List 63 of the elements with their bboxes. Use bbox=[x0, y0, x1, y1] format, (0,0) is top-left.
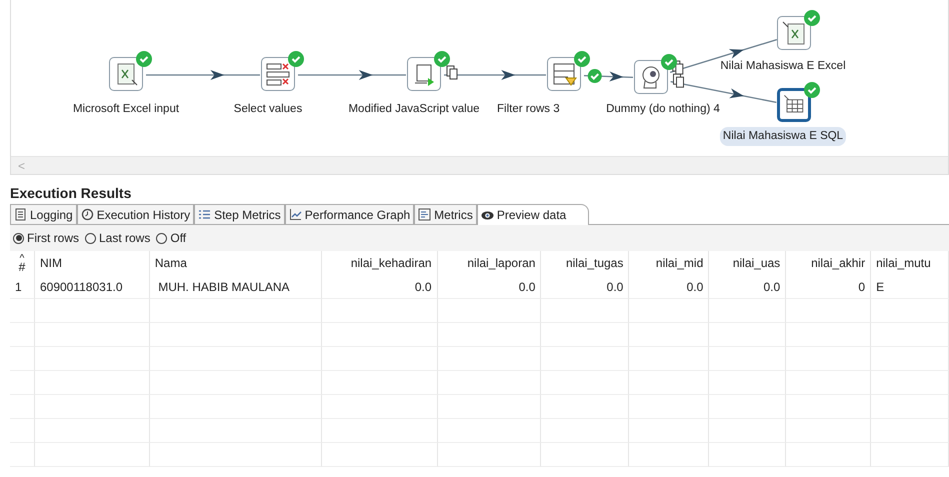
radio-option[interactable]: Off bbox=[156, 229, 186, 247]
table-cell-text: 0 bbox=[858, 278, 866, 296]
column-header[interactable]: nilai_kehadiran bbox=[350, 254, 432, 272]
tab[interactable]: Execution History bbox=[76, 204, 194, 224]
column-header[interactable]: # bbox=[18, 263, 26, 272]
table-cell-text: 0.0 bbox=[414, 278, 432, 296]
tab[interactable]: Performance Graph bbox=[284, 204, 414, 224]
chart-icon bbox=[288, 208, 302, 221]
radio-button[interactable] bbox=[85, 232, 96, 244]
empty-cell bbox=[10, 323, 35, 347]
head-icon[interactable] bbox=[634, 60, 668, 94]
copy-icon bbox=[446, 66, 458, 80]
table-cell-text: 0.0 bbox=[606, 278, 624, 296]
radio-button[interactable] bbox=[13, 232, 24, 244]
document-icon bbox=[14, 208, 27, 221]
panel-title: Execution Results bbox=[9, 184, 132, 203]
tab[interactable]: Logging bbox=[10, 204, 77, 224]
step-label: Modified JavaScript value bbox=[347, 102, 481, 117]
metrics-icon bbox=[418, 208, 432, 221]
empty-cell bbox=[10, 371, 35, 395]
table-cell-text: 0.0 bbox=[518, 278, 536, 296]
step-label: Nilai Mahasiswa E SQL bbox=[720, 127, 846, 146]
step-label: Microsoft Excel input bbox=[72, 102, 180, 117]
check-icon bbox=[588, 69, 602, 84]
filter-icon[interactable] bbox=[547, 57, 581, 91]
column-header[interactable]: nilai_tugas bbox=[566, 254, 624, 272]
tab[interactable]: Step Metrics bbox=[194, 204, 285, 224]
column-header[interactable]: nilai_mutu bbox=[876, 254, 931, 272]
copy-icon bbox=[673, 74, 684, 88]
clock-icon bbox=[80, 208, 94, 221]
row-number: 1 bbox=[15, 278, 22, 296]
script-icon[interactable] bbox=[407, 57, 441, 91]
list-icon bbox=[198, 208, 212, 221]
table-cell-text: 0.0 bbox=[686, 278, 704, 296]
step-label: Nilai Mahasiswa E Excel bbox=[719, 59, 847, 74]
column-list-icon[interactable] bbox=[261, 57, 295, 91]
empty-cell bbox=[10, 347, 35, 371]
table-cell-text: E bbox=[876, 278, 884, 296]
column-header[interactable]: nilai_mid bbox=[656, 254, 704, 272]
step-label: Select values bbox=[232, 102, 304, 117]
radio-button[interactable] bbox=[156, 232, 168, 244]
tab[interactable]: Metrics bbox=[414, 204, 477, 224]
table-cell-text: 60900118031.0 bbox=[40, 278, 123, 296]
column-header[interactable]: nilai_akhir bbox=[811, 254, 866, 272]
sort-indicator[interactable]: ^ bbox=[20, 254, 24, 263]
table-icon[interactable] bbox=[777, 88, 811, 122]
empty-cell bbox=[10, 443, 35, 467]
eye-icon bbox=[480, 208, 494, 222]
step-label: Dummy (do nothing) 4 bbox=[605, 102, 721, 117]
empty-cell bbox=[10, 419, 35, 443]
column-header[interactable]: NIM bbox=[40, 254, 62, 272]
column-header[interactable]: nilai_laporan bbox=[467, 254, 536, 272]
table-cell-text: 0.0 bbox=[764, 278, 780, 296]
spreadsheet-icon[interactable] bbox=[109, 57, 143, 91]
column-header[interactable]: nilai_uas bbox=[732, 254, 780, 272]
step-label: Filter rows 3 bbox=[496, 102, 561, 117]
spreadsheet-icon[interactable] bbox=[777, 16, 811, 50]
table-cell-text: MUH. HABIB MAULANA bbox=[157, 278, 290, 296]
radio-option[interactable]: Last rows bbox=[85, 229, 150, 247]
radio-option[interactable]: First rows bbox=[13, 229, 79, 247]
column-header[interactable]: Nama bbox=[154, 254, 187, 272]
empty-cell bbox=[10, 395, 35, 419]
tab[interactable]: Preview data bbox=[476, 204, 590, 225]
